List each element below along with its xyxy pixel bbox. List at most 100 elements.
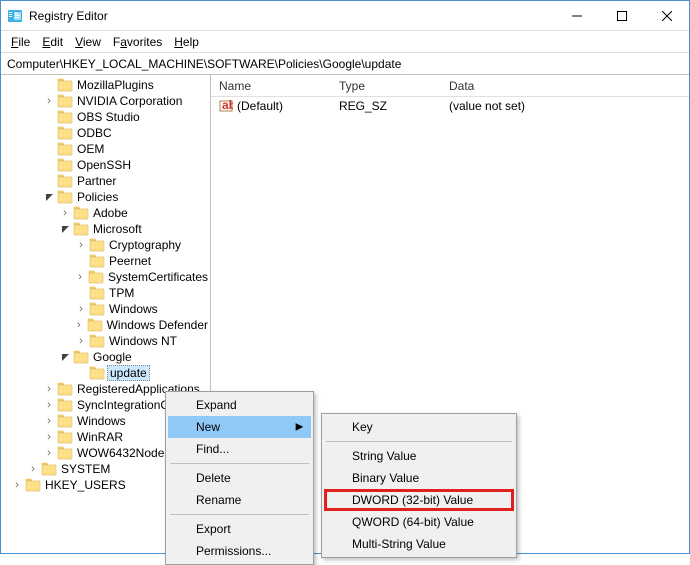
expand-icon[interactable]: › <box>11 479 23 491</box>
tree-item[interactable]: › Cryptography <box>1 237 210 253</box>
expand-icon[interactable]: › <box>73 319 85 331</box>
tree-item-label: OEM <box>75 142 106 156</box>
expand-icon[interactable]: › <box>43 415 55 427</box>
regedit-icon <box>7 8 23 24</box>
tree-item[interactable]: Policies <box>1 189 210 205</box>
tree-item-label: Partner <box>75 174 118 188</box>
list-row[interactable]: ab (Default) REG_SZ (value not set) <box>211 97 689 115</box>
tree-item[interactable]: Partner <box>1 173 210 189</box>
tree-item-label: ODBC <box>75 126 114 140</box>
collapse-icon[interactable] <box>43 191 55 203</box>
menu-edit[interactable]: Edit <box>36 33 69 51</box>
menu-help[interactable]: Help <box>168 33 205 51</box>
tree-item-label: WOW6432Node <box>75 446 166 460</box>
col-type[interactable]: Type <box>331 77 441 95</box>
cm-rename[interactable]: Rename <box>168 489 311 511</box>
tree-item[interactable]: Google <box>1 349 210 365</box>
tree-item[interactable]: OpenSSH <box>1 157 210 173</box>
cm-new-qword[interactable]: QWORD (64-bit) Value <box>324 511 514 533</box>
cm-new-binary[interactable]: Binary Value <box>324 467 514 489</box>
tree-item-label: Cryptography <box>107 238 183 252</box>
folder-icon <box>89 286 105 300</box>
list-header: Name Type Data <box>211 75 689 97</box>
folder-icon <box>57 446 73 460</box>
tree-item[interactable]: ›Windows NT <box>1 333 210 349</box>
svg-text:ab: ab <box>222 99 233 112</box>
value-type: REG_SZ <box>331 99 441 113</box>
no-expand <box>75 287 87 299</box>
cm-expand[interactable]: Expand <box>168 394 311 416</box>
folder-icon <box>57 382 73 396</box>
folder-icon <box>57 94 73 108</box>
no-expand <box>43 79 55 91</box>
tree-item[interactable]: Peernet <box>1 253 210 269</box>
menu-file[interactable]: File <box>5 33 36 51</box>
tree-item[interactable]: › Adobe <box>1 205 210 221</box>
tree-item-label: Windows Defender <box>105 318 210 332</box>
cm-new-string[interactable]: String Value <box>324 445 514 467</box>
separator <box>326 441 512 442</box>
expand-icon[interactable]: › <box>27 463 39 475</box>
window-title: Registry Editor <box>29 9 554 23</box>
tree-item[interactable]: MozillaPlugins <box>1 77 210 93</box>
tree-item-label: update <box>107 365 150 381</box>
cm-new[interactable]: New▶ <box>168 416 311 438</box>
folder-icon <box>87 318 103 332</box>
no-expand <box>43 127 55 139</box>
minimize-button[interactable] <box>554 1 599 31</box>
address-text: Computer\HKEY_LOCAL_MACHINE\SOFTWARE\Pol… <box>7 57 683 71</box>
tree-item-label: TPM <box>107 286 136 300</box>
tree-item[interactable]: update <box>1 365 210 381</box>
expand-icon[interactable]: › <box>74 271 86 283</box>
cm-delete[interactable]: Delete <box>168 467 311 489</box>
addressbar[interactable]: Computer\HKEY_LOCAL_MACHINE\SOFTWARE\Pol… <box>1 53 689 75</box>
expand-icon[interactable]: › <box>75 335 87 347</box>
expand-icon[interactable]: › <box>75 303 87 315</box>
tree-item[interactable]: ›SystemCertificates <box>1 269 210 285</box>
expand-icon[interactable]: › <box>43 383 55 395</box>
tree-item-label: Peernet <box>107 254 153 268</box>
col-data[interactable]: Data <box>441 77 689 95</box>
folder-icon <box>41 462 57 476</box>
tree-item-label: Microsoft <box>91 222 144 236</box>
tree-item-label: Adobe <box>91 206 130 220</box>
expand-icon[interactable]: › <box>59 207 71 219</box>
menu-view[interactable]: View <box>69 33 107 51</box>
tree-item[interactable]: Microsoft <box>1 221 210 237</box>
tree-item-label: HKEY_USERS <box>43 478 128 492</box>
folder-icon <box>57 398 73 412</box>
folder-icon <box>89 238 105 252</box>
col-name[interactable]: Name <box>211 77 331 95</box>
cm-new-key[interactable]: Key <box>324 416 514 438</box>
tree-item[interactable]: ODBC <box>1 125 210 141</box>
collapse-icon[interactable] <box>59 223 71 235</box>
expand-icon[interactable]: › <box>43 95 55 107</box>
expand-icon[interactable]: › <box>43 399 55 411</box>
menu-favorites[interactable]: Favorites <box>107 33 168 51</box>
tree-item-label: Google <box>91 350 134 364</box>
collapse-icon[interactable] <box>59 351 71 363</box>
tree-item-label: MozillaPlugins <box>75 78 156 92</box>
expand-icon[interactable]: › <box>43 447 55 459</box>
cm-export[interactable]: Export <box>168 518 311 540</box>
close-button[interactable] <box>644 1 689 31</box>
tree-item[interactable]: ›Windows <box>1 301 210 317</box>
folder-icon <box>57 430 73 444</box>
value-data: (value not set) <box>441 99 689 113</box>
tree-item[interactable]: OEM <box>1 141 210 157</box>
no-expand <box>43 143 55 155</box>
expand-icon[interactable]: › <box>43 431 55 443</box>
cm-permissions[interactable]: Permissions... <box>168 540 311 562</box>
expand-icon[interactable]: › <box>75 239 87 251</box>
folder-icon <box>88 270 104 284</box>
tree-item-label: OpenSSH <box>75 158 133 172</box>
folder-icon <box>57 414 73 428</box>
cm-find[interactable]: Find... <box>168 438 311 460</box>
maximize-button[interactable] <box>599 1 644 31</box>
tree-item[interactable]: TPM <box>1 285 210 301</box>
tree-item[interactable]: › Windows Defender <box>1 317 210 333</box>
tree-item[interactable]: ›NVIDIA Corporation <box>1 93 210 109</box>
cm-new-multistring[interactable]: Multi-String Value <box>324 533 514 555</box>
cm-new-dword[interactable]: DWORD (32-bit) Value <box>324 489 514 511</box>
tree-item[interactable]: OBS Studio <box>1 109 210 125</box>
